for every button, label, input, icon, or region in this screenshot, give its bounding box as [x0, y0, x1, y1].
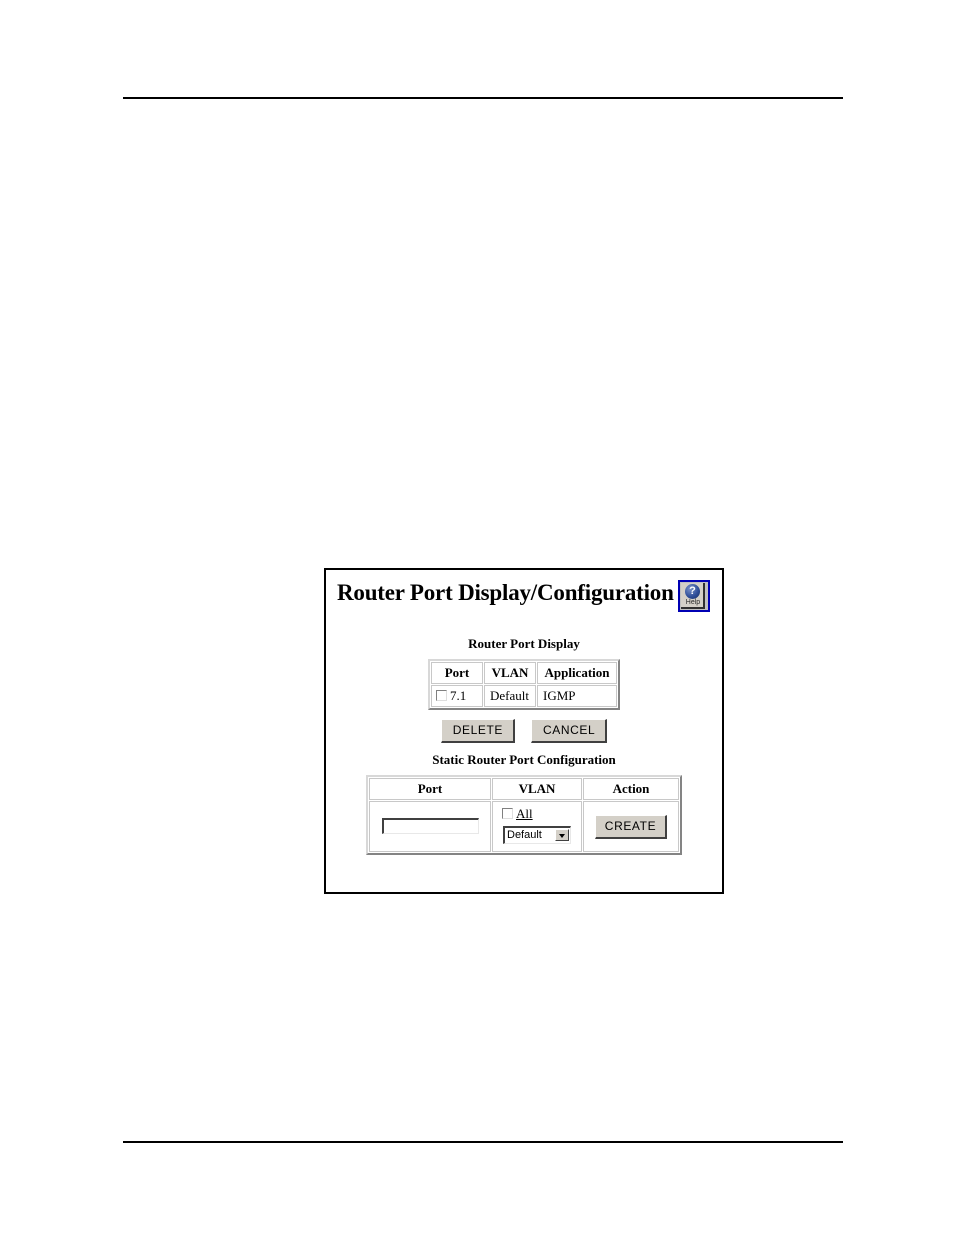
vlan-all-label: All [516, 806, 533, 821]
static-router-port-configuration-heading: Static Router Port Configuration [432, 752, 616, 767]
create-button[interactable]: CREATE [594, 814, 668, 839]
display-action-buttons: DELETE CANCEL [326, 719, 722, 743]
static-router-port-table: Port VLAN Action All Default CREATE [366, 775, 682, 855]
question-mark-icon: ? [685, 584, 700, 599]
cell-action: CREATE [583, 801, 679, 852]
vlan-all-checkbox[interactable] [502, 808, 513, 819]
table-header-row: Port VLAN Application [431, 662, 617, 684]
window-titlebar: Router Port Display/Configuration ? Help [326, 570, 722, 616]
cancel-button[interactable]: CANCEL [531, 719, 608, 743]
help-button[interactable]: ? Help [678, 580, 710, 612]
table-row: All Default CREATE [369, 801, 679, 852]
delete-button[interactable]: DELETE [440, 719, 515, 743]
column-header-vlan: VLAN [492, 778, 582, 800]
chevron-down-icon [555, 829, 569, 841]
help-icon: ? Help [681, 583, 705, 609]
cell-vlan-controls: All Default [492, 801, 582, 852]
column-header-action: Action [583, 778, 679, 800]
vlan-select-wrapper: Default [496, 825, 578, 848]
router-port-display-heading: Router Port Display [468, 636, 580, 651]
cell-application-value: IGMP [537, 685, 617, 707]
help-icon-label: Help [685, 599, 701, 606]
page-header-rule [123, 97, 843, 99]
cell-port-input [369, 801, 491, 852]
router-port-configuration-window: Router Port Display/Configuration ? Help… [324, 568, 724, 894]
column-header-vlan: VLAN [484, 662, 536, 684]
table-row: 7.1 Default IGMP [431, 685, 617, 707]
page-title: Router Port Display/Configuration [337, 580, 674, 605]
table-header-row: Port VLAN Action [369, 778, 679, 800]
window-body: Router Port Display Port VLAN Applicatio… [326, 636, 722, 855]
column-header-application: Application [537, 662, 617, 684]
port-input[interactable] [381, 817, 479, 834]
column-header-port: Port [369, 778, 491, 800]
row-select-checkbox[interactable] [436, 690, 447, 701]
vlan-select[interactable]: Default [503, 826, 571, 844]
cell-port: 7.1 [431, 685, 483, 707]
column-header-port: Port [431, 662, 483, 684]
cell-vlan-value: Default [484, 685, 536, 707]
cell-port-value: 7.1 [450, 688, 467, 703]
page-footer-rule [123, 1141, 843, 1143]
vlan-all-row: All [496, 804, 578, 825]
router-port-display-table: Port VLAN Application 7.1 Default IGMP [428, 659, 620, 710]
